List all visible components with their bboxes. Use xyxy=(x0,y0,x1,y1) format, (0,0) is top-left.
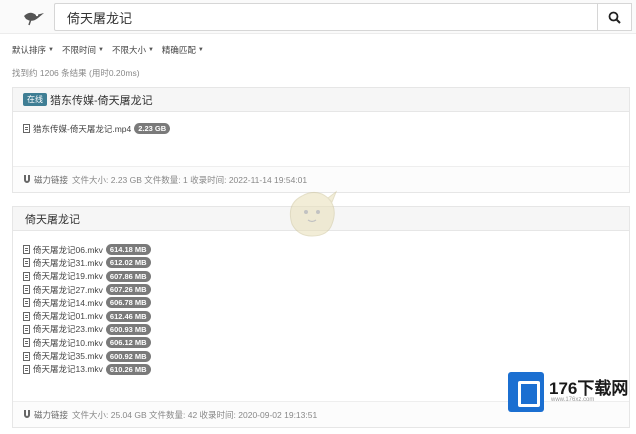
size-badge: 607.26 MB xyxy=(105,284,151,296)
file-row: 倚天屠龙记01.mkv 612.46 MB xyxy=(23,309,619,322)
search-input[interactable] xyxy=(55,4,597,30)
file-icon xyxy=(23,271,30,281)
caret-down-icon: ▼ xyxy=(147,47,154,53)
time-filter[interactable]: 不限时间 ▼ xyxy=(62,44,104,56)
size-badge: 612.46 MB xyxy=(105,310,151,322)
size-badge: 610.26 MB xyxy=(105,363,151,375)
file-name: 猎东传媒-倚天屠龙记.mp4 xyxy=(33,123,132,134)
logo-icon[interactable] xyxy=(22,7,46,27)
file-row: 倚天屠龙记06.mkv 614.18 MB xyxy=(23,243,619,256)
file-name: 倚天屠龙记35.mkv xyxy=(33,351,103,362)
result-meta: 文件大小: 2.23 GB 文件数量: 1 收录时间: 2022-11-14 1… xyxy=(72,174,308,185)
magnet-link[interactable]: 磁力链接 xyxy=(34,174,68,186)
file-name: 倚天屠龙记06.mkv xyxy=(33,244,103,255)
caret-down-icon: ▼ xyxy=(197,47,204,53)
result-summary: 找到约 1206 条结果 (用时0.20ms) xyxy=(12,68,140,78)
size-badge: 614.18 MB xyxy=(105,244,151,256)
file-row: 倚天屠龙记27.mkv 607.26 MB xyxy=(23,283,619,296)
magnet-icon xyxy=(24,175,30,183)
result-card-header: 在线 猎东传媒-倚天屠龙记 xyxy=(13,88,629,112)
watermark-brand: 176下载网 xyxy=(549,379,629,398)
file-row: 倚天屠龙记14.mkv 606.78 MB xyxy=(23,296,619,309)
search-box xyxy=(54,3,598,31)
mascot-watermark-icon xyxy=(289,190,338,237)
file-icon xyxy=(23,298,30,308)
file-list: 倚天屠龙记06.mkv 614.18 MB 倚天屠龙记31.mkv 612.02… xyxy=(13,231,629,376)
file-icon xyxy=(23,324,30,334)
size-badge: 606.78 MB xyxy=(105,297,151,309)
magnet-link[interactable]: 磁力链接 xyxy=(34,409,68,421)
caret-down-icon: ▼ xyxy=(97,47,104,53)
result-title[interactable]: 倚天屠龙记 xyxy=(25,211,80,227)
search-icon xyxy=(608,11,621,24)
size-badge: 600.93 MB xyxy=(105,323,151,335)
file-name: 倚天屠龙记13.mkv xyxy=(33,364,103,375)
file-name: 倚天屠龙记19.mkv xyxy=(33,271,103,282)
file-icon xyxy=(23,338,30,348)
filter-label: 精确匹配 xyxy=(161,45,196,55)
top-bar xyxy=(0,0,636,34)
file-row: 倚天屠龙记10.mkv 606.12 MB xyxy=(23,336,619,349)
match-filter[interactable]: 精确匹配 ▼ xyxy=(162,44,204,56)
file-row: 倚天屠龙记19.mkv 607.86 MB xyxy=(23,270,619,283)
result-card: 在线 猎东传媒-倚天屠龙记 猎东传媒-倚天屠龙记.mp4 2.23 GB 磁力链… xyxy=(12,87,630,193)
file-icon xyxy=(23,124,30,134)
size-badge: 600.92 MB xyxy=(105,350,151,362)
file-name: 倚天屠龙记23.mkv xyxy=(33,324,103,335)
watermark-url: www.176xz.com xyxy=(551,397,595,403)
size-badge: 612.02 MB xyxy=(105,257,151,269)
caret-down-icon: ▼ xyxy=(48,47,54,53)
sort-filter[interactable]: 默认排序 ▼ xyxy=(12,44,54,56)
file-name: 倚天屠龙记01.mkv xyxy=(33,311,103,322)
file-icon xyxy=(23,364,30,374)
magnet-icon xyxy=(24,410,30,418)
file-name: 倚天屠龙记14.mkv xyxy=(33,297,103,308)
file-row: 倚天屠龙记35.mkv 600.92 MB xyxy=(23,349,619,362)
file-name: 倚天屠龙记10.mkv xyxy=(33,337,103,348)
search-button[interactable] xyxy=(598,3,632,31)
filter-label: 默认排序 xyxy=(12,45,47,55)
file-row: 猎东传媒-倚天屠龙记.mp4 2.23 GB xyxy=(23,122,619,135)
filter-label: 不限时间 xyxy=(61,45,96,55)
file-icon xyxy=(23,285,30,295)
file-row: 倚天屠龙记31.mkv 612.02 MB xyxy=(23,256,619,269)
result-title[interactable]: 猎东传媒-倚天屠龙记 xyxy=(50,92,153,108)
file-list: 猎东传媒-倚天屠龙记.mp4 2.23 GB xyxy=(13,112,629,135)
size-badge: 606.12 MB xyxy=(105,337,151,349)
file-icon xyxy=(23,311,30,321)
filter-label: 不限大小 xyxy=(111,45,146,55)
size-badge: 2.23 GB xyxy=(134,123,171,135)
file-name: 倚天屠龙记27.mkv xyxy=(33,284,103,295)
watermark-logo-icon xyxy=(508,372,544,412)
file-row: 倚天屠龙记23.mkv 600.93 MB xyxy=(23,323,619,336)
file-icon xyxy=(23,351,30,361)
file-icon xyxy=(23,245,30,255)
result-meta: 文件大小: 25.04 GB 文件数量: 42 收录时间: 2020-09-02… xyxy=(72,409,318,420)
filter-bar: 默认排序 ▼ 不限时间 ▼ 不限大小 ▼ 精确匹配 ▼ xyxy=(12,44,204,56)
site-watermark: 176下载网 www.176xz.com xyxy=(508,372,632,412)
size-badge: 607.86 MB xyxy=(105,270,151,282)
file-name: 倚天屠龙记31.mkv xyxy=(33,257,103,268)
size-filter[interactable]: 不限大小 ▼ xyxy=(112,44,154,56)
file-icon xyxy=(23,258,30,268)
online-badge: 在线 xyxy=(23,93,47,106)
